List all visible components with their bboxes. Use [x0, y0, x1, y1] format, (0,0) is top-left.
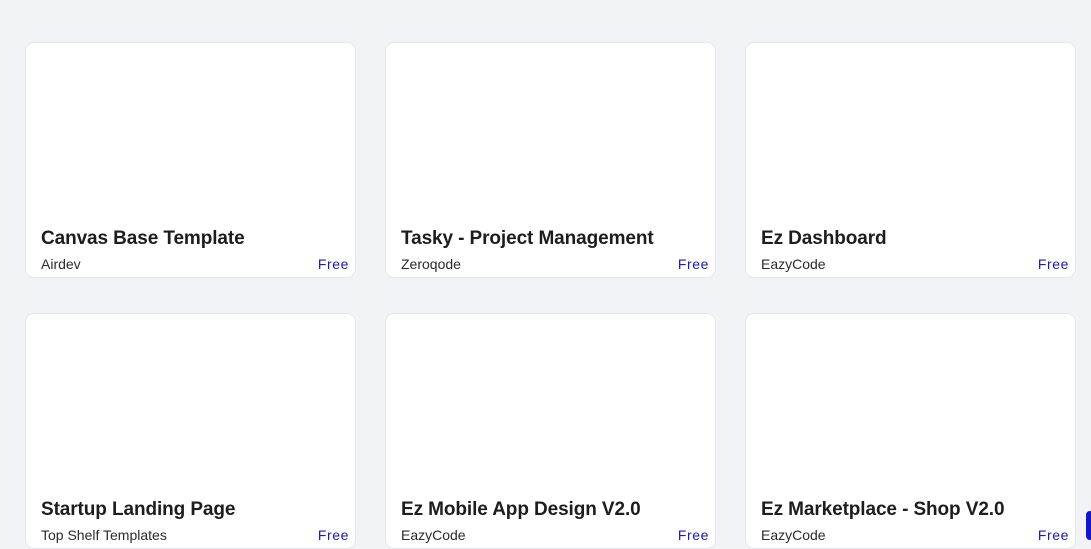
template-author[interactable]: Top Shelf Templates: [41, 527, 167, 543]
template-price: Free: [317, 256, 349, 272]
template-card[interactable]: Ez Mobile App Design V2.0 EazyCode Free: [385, 313, 716, 549]
template-preview-image[interactable]: [746, 314, 1075, 494]
template-price: Free: [677, 527, 709, 543]
template-price: Free: [1037, 256, 1069, 272]
template-card[interactable]: Canvas Base Template Airdev Free: [25, 42, 356, 278]
template-price: Free: [1037, 527, 1069, 543]
template-price: Free: [677, 256, 709, 272]
template-author[interactable]: EazyCode: [401, 527, 466, 543]
template-title[interactable]: Startup Landing Page: [41, 499, 235, 521]
template-card[interactable]: Tasky - Project Management Zeroqode Free: [385, 42, 716, 278]
template-title[interactable]: Ez Mobile App Design V2.0: [401, 499, 641, 521]
template-price: Free: [317, 527, 349, 543]
template-title[interactable]: Canvas Base Template: [41, 228, 245, 250]
template-preview-image[interactable]: [26, 314, 355, 494]
template-preview-image[interactable]: [386, 43, 715, 223]
template-preview-image[interactable]: [746, 43, 1075, 223]
template-author[interactable]: Airdev: [41, 256, 81, 272]
template-title[interactable]: Tasky - Project Management: [401, 228, 654, 250]
template-title[interactable]: Ez Marketplace - Shop V2.0: [761, 499, 1005, 521]
template-title[interactable]: Ez Dashboard: [761, 228, 887, 250]
template-author[interactable]: Zeroqode: [401, 256, 461, 272]
template-card[interactable]: Ez Marketplace - Shop V2.0 EazyCode Free: [745, 313, 1076, 549]
template-card[interactable]: Ez Dashboard EazyCode Free: [745, 42, 1076, 278]
template-preview-image[interactable]: [386, 314, 715, 494]
template-author[interactable]: EazyCode: [761, 256, 826, 272]
template-author[interactable]: EazyCode: [761, 527, 826, 543]
template-preview-image[interactable]: [26, 43, 355, 223]
template-card[interactable]: Startup Landing Page Top Shelf Templates…: [25, 313, 356, 549]
template-grid: Canvas Base Template Airdev Free Tasky -…: [25, 42, 1076, 549]
chat-widget-button[interactable]: [1086, 511, 1091, 540]
